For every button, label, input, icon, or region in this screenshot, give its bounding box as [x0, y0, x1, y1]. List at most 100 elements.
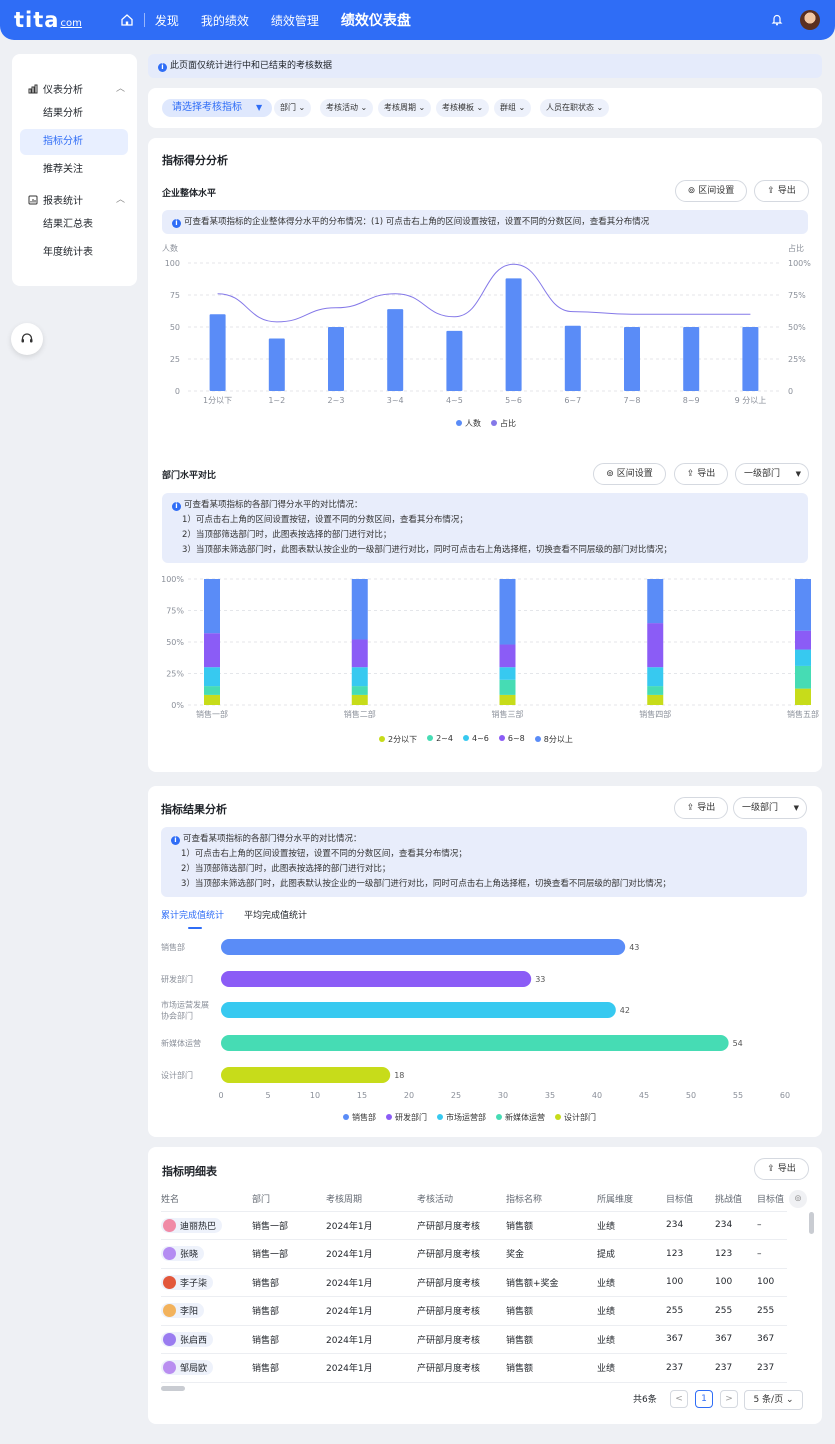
column-header[interactable]: 姓名	[161, 1187, 252, 1212]
table-row[interactable]: 邹局欧 销售部 2024年1月 产研部月度考核 销售额 业绩 237 237 237	[161, 1353, 787, 1383]
column-header[interactable]: 挑战值	[715, 1187, 757, 1212]
column-header[interactable]: 考核周期	[326, 1187, 417, 1212]
table-row[interactable]: 李子柒 销售部 2024年1月 产研部月度考核 销售额+奖金 业绩 100 100 100	[161, 1268, 787, 1297]
y2-tick-label: 0	[788, 387, 793, 396]
x-tick-label: 25	[451, 1091, 461, 1100]
overall-level-title: 企业整体水平	[162, 189, 217, 199]
cell-challenge: 234	[715, 1211, 757, 1240]
legend-item[interactable]: 4~6	[462, 734, 489, 745]
info-icon: i	[172, 502, 181, 511]
stacked-bar-segment	[351, 694, 368, 705]
sidebar-group-report-stats[interactable]: 报表统计 ︿	[28, 192, 136, 207]
table-row[interactable]: 李阳 销售部 2024年1月 产研部月度考核 销售额 业绩 255 255 255	[161, 1296, 787, 1326]
column-header[interactable]: 目标值	[666, 1187, 715, 1212]
user-chip[interactable]: 李子柒	[161, 1274, 214, 1290]
sidebar-item-result-summary[interactable]: 结果汇总表	[20, 212, 128, 238]
cell-dim: 业绩	[597, 1353, 666, 1383]
sidebar-item-recommended[interactable]: 推荐关注	[20, 157, 128, 183]
legend-item[interactable]: 占比	[491, 418, 516, 429]
column-settings-icon[interactable]: ⊚	[789, 1190, 807, 1208]
legend-item[interactable]: 2~4	[427, 734, 453, 745]
legend-item[interactable]: 8分以上	[534, 734, 573, 745]
filter-department[interactable]: 部门 ⌄	[274, 99, 312, 117]
legend-item[interactable]: 设计部门	[555, 1112, 596, 1123]
overall-info-box: i 可查看某项指标的企业整体得分水平的分布情况：(1) 可点击右上角的区间设置按钮…	[162, 210, 808, 234]
user-chip[interactable]: 张启西	[161, 1331, 214, 1347]
legend-item[interactable]: 6~8	[498, 734, 525, 745]
page-size-select[interactable]: 5 条/页 ⌄	[744, 1390, 803, 1410]
export-button[interactable]: ⇪ 导出	[754, 180, 809, 202]
pagination-total: 共6条	[633, 1395, 657, 1405]
x-tick-label: 7~8	[624, 396, 641, 405]
column-header[interactable]: 所属维度	[597, 1187, 666, 1212]
tab-average[interactable]: 平均完成值统计	[244, 908, 307, 921]
x-tick-label: 20	[404, 1091, 414, 1100]
user-chip[interactable]: 邹局欧	[161, 1360, 214, 1376]
home-icon[interactable]	[120, 13, 134, 27]
filter-period[interactable]: 考核周期 ⌄	[378, 99, 432, 117]
user-chip[interactable]: 张晓	[161, 1246, 205, 1262]
metric-select[interactable]: 请选择考核指标 ▼	[162, 99, 273, 117]
stacked-bar-segment	[647, 694, 664, 705]
cell-target: 367	[666, 1325, 715, 1354]
filter-group[interactable]: 群组 ⌄	[494, 99, 532, 117]
legend-item[interactable]: 新媒体运营	[496, 1112, 545, 1123]
nav-performance-management[interactable]: 绩效管理	[271, 12, 319, 29]
vertical-scrollbar[interactable]	[809, 1212, 814, 1234]
column-header[interactable]: 考核活动	[417, 1187, 506, 1212]
tab-cumulative[interactable]: 累计完成值统计	[161, 908, 224, 921]
legend-item[interactable]: 市场运营部	[437, 1112, 486, 1123]
bell-icon[interactable]	[771, 13, 783, 26]
user-chip[interactable]: 迪丽热巴	[161, 1217, 223, 1233]
export-button[interactable]: ⇪ 导出	[674, 797, 728, 819]
sidebar-item-result-analysis[interactable]: 结果分析	[20, 101, 128, 127]
filter-employment-status[interactable]: 人员在职状态 ⌄	[540, 99, 610, 117]
info-text: 可查看某项指标的企业整体得分水平的分布情况：(1) 可点击右上角的区间设置按钮，…	[184, 217, 650, 227]
nav-discover[interactable]: 发现	[155, 12, 179, 29]
stacked-bar-segment	[204, 633, 220, 668]
user-avatar[interactable]	[800, 10, 820, 30]
cell-target2: –	[757, 1211, 787, 1240]
horizontal-scrollbar[interactable]	[161, 1386, 185, 1391]
user-chip[interactable]: 李阳	[161, 1303, 205, 1319]
x-tick-label: 销售二部	[344, 709, 376, 719]
sidebar-item-metric-analysis[interactable]: 指标分析	[20, 129, 128, 155]
legend-item[interactable]: 人数	[456, 418, 481, 429]
filter-activity[interactable]: 考核活动 ⌄	[320, 99, 374, 117]
dept-level-select[interactable]: 一级部门 ▼	[733, 797, 807, 819]
prev-page-button[interactable]: <	[670, 1390, 688, 1408]
legend-item[interactable]: 2分以下	[379, 734, 417, 745]
table-row[interactable]: 张启西 销售部 2024年1月 产研部月度考核 销售额 业绩 367 367 367	[161, 1325, 787, 1354]
filter-bar: 请选择考核指标 ▼ 部门 ⌄ 考核活动 ⌄ 考核周期 ⌄ 考核模板 ⌄ 群组 ⌄ …	[148, 88, 822, 128]
column-header[interactable]: 部门	[252, 1187, 326, 1212]
y-tick-label: 50%	[166, 638, 184, 647]
table-row[interactable]: 迪丽热巴 销售一部 2024年1月 产研部月度考核 销售额 业绩 234 234–	[161, 1211, 787, 1240]
table-row[interactable]: 张晓 销售一部 2024年1月 产研部月度考核 奖金 提成 123 123–	[161, 1239, 787, 1269]
nav-performance-dashboard[interactable]: 绩效仪表盘	[341, 10, 411, 30]
page-number-button[interactable]: 1	[695, 1390, 713, 1408]
cell-activity: 产研部月度考核	[417, 1325, 506, 1354]
y2-tick-label: 25%	[788, 355, 806, 364]
nav-my-performance[interactable]: 我的绩效	[201, 12, 249, 29]
filter-template[interactable]: 考核模板 ⌄	[436, 99, 490, 117]
export-button[interactable]: ⇪ 导出	[674, 463, 728, 485]
export-button[interactable]: ⇪ 导出	[754, 1158, 809, 1180]
cell-activity: 产研部月度考核	[417, 1353, 506, 1383]
legend-item[interactable]: 研发部门	[386, 1112, 427, 1123]
y-tick-label: 100	[165, 259, 180, 268]
sidebar-item-annual-stats[interactable]: 年度统计表	[20, 240, 128, 266]
range-settings-button[interactable]: ⊚ 区间设置	[675, 180, 747, 202]
customer-service-button[interactable]	[11, 323, 43, 355]
dept-level-select[interactable]: 一级部门 ▼	[735, 463, 809, 485]
result-info-box: i 可查看某项指标的各部门得分水平的对比情况： 1）可点击右上角的区间设置按钮，设…	[161, 827, 807, 897]
next-page-button[interactable]: >	[720, 1390, 738, 1408]
sidebar-group-dashboard-analysis[interactable]: 仪表分析 ︿	[28, 81, 136, 96]
notice-text: 此页面仅统计进行中和已结束的考核数据	[170, 61, 333, 71]
column-header[interactable]: 指标名称	[506, 1187, 597, 1212]
column-header[interactable]: 目标值	[757, 1187, 787, 1212]
info-icon: i	[171, 836, 180, 845]
user-name: 张启西	[180, 1335, 208, 1346]
legend-item[interactable]: 销售部	[343, 1112, 376, 1123]
range-settings-button[interactable]: ⊚ 区间设置	[593, 463, 666, 485]
brand-logo[interactable]: tita com	[14, 9, 82, 31]
